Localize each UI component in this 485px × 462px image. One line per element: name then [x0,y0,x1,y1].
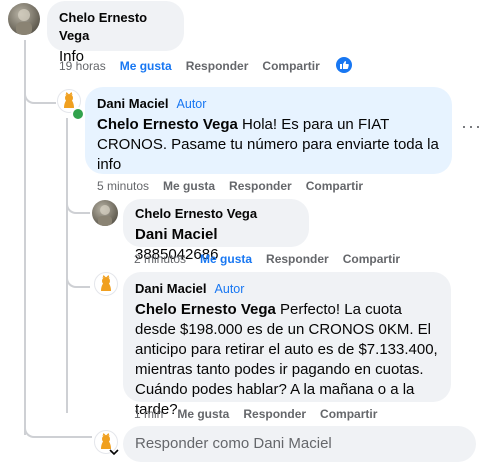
share-button[interactable]: Compartir [306,179,363,193]
more-options-icon[interactable]: ··· [461,116,482,137]
chevron-down-icon[interactable] [109,444,119,456]
share-button[interactable]: Compartir [320,407,377,421]
comment-time[interactable]: 2 minutos [134,252,186,266]
comment-author[interactable]: Dani Maciel [97,96,169,111]
author-badge: Autor [214,282,245,296]
thread-branch-3 [66,270,90,288]
comment-author[interactable]: Chelo Ernesto Vega [135,206,257,221]
comment-author[interactable]: Chelo Ernesto Vega [59,10,147,43]
avatar[interactable] [94,272,118,296]
mention-link[interactable]: Dani Maciel [135,226,218,243]
share-button[interactable]: Compartir [343,252,400,266]
thread-branch-4 [24,410,92,438]
like-button[interactable]: Me gusta [200,252,252,266]
comment-actions: 19 horas Me gusta Responder Compartir [59,58,334,74]
mention-link[interactable]: Chelo Ernesto Vega [135,301,276,318]
photo-icon [98,205,112,226]
author-badge: Autor [176,97,207,111]
comment-actions: 2 minutos Me gusta Responder Compartir [134,251,414,267]
reply-button[interactable]: Responder [243,407,306,421]
comment-time[interactable]: 5 minutos [97,179,149,193]
comment-bubble: Chelo Ernesto Vega Info [47,1,184,65]
comment-actions: 1 min Me gusta Responder Compartir [134,406,391,422]
comment-bubble: Dani Maciel Autor Chelo Ernesto Vega Hola… [85,87,452,174]
mention-link[interactable]: Chelo Ernesto Vega [97,116,238,133]
share-button[interactable]: Compartir [262,59,319,73]
thumbs-up-icon[interactable] [336,57,352,73]
comment-author[interactable]: Dani Maciel [135,281,207,296]
avatar[interactable] [92,200,118,226]
reply-button[interactable]: Responder [266,252,329,266]
online-status [71,107,85,121]
like-button[interactable]: Me gusta [177,407,229,421]
reply-input[interactable]: Responder como Dani Maciel [123,426,476,462]
comment-bubble: Chelo Ernesto Vega Dani Maciel 388504268… [123,199,309,263]
avatar[interactable] [8,3,40,35]
reply-button[interactable]: Responder [186,59,249,73]
comment-text: Chelo Ernesto Vega Hola! Es para un FIAT… [97,116,439,173]
photo-icon [16,9,32,35]
comment-bubble: Dani Maciel Autor Chelo Ernesto Vega Perf… [123,272,451,418]
comment-actions: 5 minutos Me gusta Responder Compartir [97,178,377,194]
reply-placeholder: Responder como Dani Maciel [135,435,332,452]
comment-time[interactable]: 1 min [134,407,163,421]
like-button[interactable]: Me gusta [163,179,215,193]
cat-icon [101,275,111,291]
like-button[interactable]: Me gusta [120,59,172,73]
reply-button[interactable]: Responder [229,179,292,193]
comment-text: Chelo Ernesto Vega Perfecto! La cuota de… [135,301,438,418]
comment-time[interactable]: 19 horas [59,59,106,73]
thread-line-nested [66,118,68,413]
thread-branch-1 [24,86,56,104]
thread-branch-2 [66,196,90,214]
